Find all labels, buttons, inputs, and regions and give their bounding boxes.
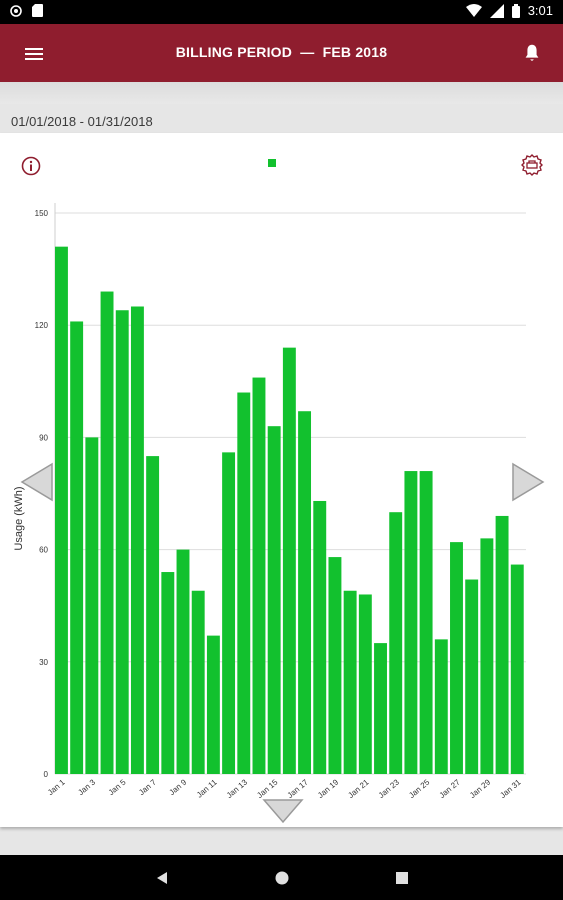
bar-jan-10[interactable] — [191, 590, 205, 774]
x-tick-label: Jan 13 — [225, 777, 250, 800]
bar-jan-15[interactable] — [267, 426, 281, 774]
bar-jan-29[interactable] — [480, 538, 494, 774]
x-tick-label: Jan 3 — [76, 777, 97, 797]
y-tick-label: 30 — [39, 658, 48, 667]
bell-icon[interactable] — [521, 42, 543, 64]
bar-jan-9[interactable] — [176, 549, 190, 774]
x-tick-label: Jan 7 — [137, 777, 158, 797]
y-tick-label: 60 — [39, 546, 48, 555]
y-tick-label: 150 — [35, 209, 49, 218]
x-tick-label: Jan 27 — [438, 777, 463, 800]
bar-jan-25[interactable] — [419, 471, 433, 774]
bar-jan-5[interactable] — [115, 310, 129, 774]
bar-jan-27[interactable] — [450, 542, 463, 774]
x-tick-label: Jan 9 — [168, 777, 189, 797]
bar-jan-17[interactable] — [298, 411, 312, 774]
page-title: BILLING PERIOD — FEB 2018 — [175, 44, 388, 60]
wifi-icon — [465, 4, 482, 17]
app-bar: BILLING PERIOD — FEB 2018 — [0, 24, 563, 82]
bar-jan-16[interactable] — [282, 347, 296, 774]
bar-jan-28[interactable] — [465, 579, 479, 774]
x-tick-label: Jan 23 — [377, 777, 402, 800]
bar-jan-23[interactable] — [389, 512, 403, 774]
sync-icon — [10, 4, 22, 17]
y-tick-label: 120 — [35, 321, 49, 330]
x-tick-label: Jan 11 — [195, 777, 219, 799]
bar-jan-24[interactable] — [404, 471, 418, 774]
battery-icon — [511, 3, 520, 18]
x-tick-label: Jan 19 — [316, 777, 341, 800]
signal-icon — [489, 3, 504, 18]
bar-jan-6[interactable] — [130, 306, 144, 775]
legend-swatch — [268, 159, 276, 167]
x-tick-label: Jan 5 — [107, 777, 128, 797]
home-icon[interactable] — [273, 869, 291, 887]
bar-jan-14[interactable] — [252, 377, 266, 774]
bar-jan-13[interactable] — [237, 392, 251, 774]
x-tick-label: Jan 17 — [286, 777, 311, 800]
bar-jan-19[interactable] — [328, 557, 342, 774]
bar-jan-21[interactable] — [358, 594, 372, 774]
x-tick-label: Jan 21 — [346, 777, 371, 800]
y-tick-label: 0 — [44, 770, 49, 779]
info-icon[interactable] — [20, 155, 42, 177]
bar-jan-2[interactable] — [70, 321, 84, 774]
back-icon[interactable] — [155, 870, 169, 886]
usage-bar-chart: 0306090120150Usage (kWh)Jan 1 Jan 3 Jan 5J… — [13, 203, 526, 800]
bar-jan-22[interactable] — [374, 643, 387, 774]
status-time: 3:01 — [527, 3, 553, 18]
chevron-right-icon[interactable] — [511, 462, 545, 502]
y-tick-label: 90 — [39, 433, 48, 442]
status-right: 3:01 — [465, 3, 553, 18]
x-tick-label: Jan 1 — [46, 777, 67, 797]
bar-jan-31[interactable] — [510, 564, 524, 774]
bar-jan-18[interactable] — [313, 500, 327, 774]
date-range: 01/01/2018 - 01/31/2018 — [11, 114, 153, 129]
x-tick-label: Jan 15 — [255, 777, 280, 800]
chevron-down-icon[interactable] — [262, 798, 304, 824]
system-nav-bar — [0, 855, 563, 900]
x-tick-label: Jan 29 — [468, 777, 493, 800]
x-tick-label: Jan 25 — [407, 777, 432, 800]
bar-jan-11[interactable] — [206, 635, 220, 774]
bar-jan-4[interactable] — [100, 291, 114, 774]
chevron-left-icon[interactable] — [20, 462, 54, 502]
bar-jan-7[interactable] — [146, 456, 160, 774]
sd-card-icon — [32, 4, 43, 17]
bar-jan-20[interactable] — [343, 590, 357, 774]
bar-jan-30[interactable] — [495, 515, 509, 774]
export-icon[interactable] — [519, 153, 545, 177]
status-bar: 3:01 — [0, 0, 563, 24]
bar-jan-3[interactable] — [85, 437, 99, 774]
subheader-band — [0, 82, 563, 104]
bar-jan-1[interactable] — [55, 246, 68, 774]
bar-jan-8[interactable] — [161, 572, 175, 774]
recents-icon[interactable] — [394, 870, 410, 886]
status-left-icons — [10, 4, 43, 17]
x-tick-label: Jan 31 — [498, 777, 523, 800]
bar-jan-26[interactable] — [434, 639, 448, 774]
bar-jan-12[interactable] — [222, 452, 236, 774]
